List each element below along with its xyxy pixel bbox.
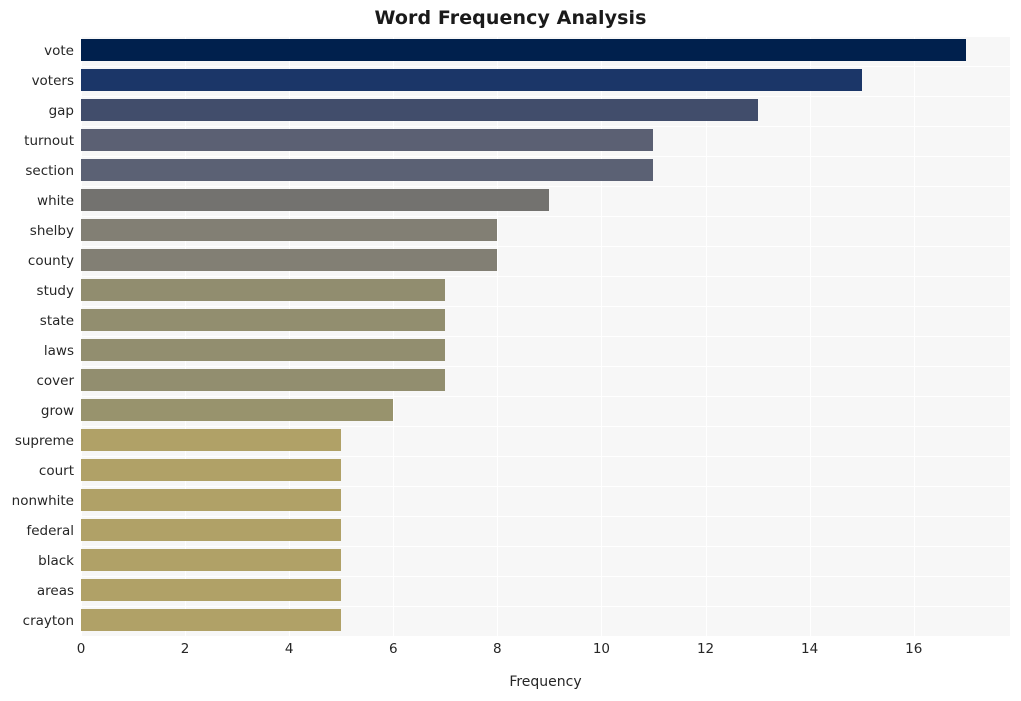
bar-row (81, 306, 1010, 335)
bar-row (81, 36, 1010, 65)
y-axis-tick-label: county (27, 253, 74, 269)
y-axis-tick-label: grow (40, 403, 74, 419)
y-axis-tick-label: supreme (14, 433, 74, 449)
bar-row (81, 96, 1010, 125)
bar-row (81, 336, 1010, 365)
y-axis-tick-label: federal (26, 523, 74, 539)
bar (81, 609, 342, 632)
x-axis-tick-label: 6 (388, 641, 398, 657)
y-axis-tick-label: crayton (22, 613, 74, 629)
x-axis-label: Frequency (509, 674, 582, 690)
bar (81, 489, 342, 512)
y-axis-tick-label: nonwhite (11, 493, 74, 509)
x-axis-tick-label: 10 (592, 641, 611, 657)
bar-row (81, 366, 1010, 395)
bar-row (81, 576, 1010, 605)
x-axis-tick-label: 12 (696, 641, 715, 657)
y-axis-tick-label: laws (43, 343, 74, 359)
bar-row (81, 126, 1010, 155)
bar (81, 159, 654, 182)
bar (81, 39, 966, 62)
y-axis-tick-label: areas (36, 583, 74, 599)
bar-row (81, 516, 1010, 545)
y-axis-tick-label: turnout (24, 133, 74, 149)
bar-row (81, 486, 1010, 515)
bar-row (81, 66, 1010, 95)
x-axis-tick-labels: 0 2 4 6 8 10 12 14 16 (77, 641, 1010, 661)
y-axis-tick-label: section (25, 163, 74, 179)
bar-row (81, 276, 1010, 305)
bar (81, 99, 758, 122)
y-axis-tick-labels: vote voters gap turnout section white shelby co… (0, 36, 74, 636)
bar (81, 579, 342, 602)
bar (81, 219, 498, 242)
y-axis-tick-label: gap (48, 103, 74, 119)
y-axis-tick-label: cover (36, 373, 74, 389)
y-axis-tick-label: vote (44, 43, 74, 59)
x-axis-tick-label: 4 (284, 641, 294, 657)
bar (81, 429, 342, 452)
y-axis-tick-label: state (39, 313, 74, 329)
bar (81, 309, 446, 332)
chart-figure: Word Frequency Analysis vote voters gap tur… (0, 0, 1021, 701)
bar (81, 129, 654, 152)
bar-row (81, 186, 1010, 215)
y-axis-tick-label: study (36, 283, 74, 299)
bar-row (81, 216, 1010, 245)
gridline-horizontal (81, 636, 1010, 637)
x-axis-tick-label: 14 (801, 641, 819, 657)
y-axis-tick-label: black (38, 553, 74, 569)
x-axis-tick-label: 16 (905, 641, 923, 657)
bar (81, 279, 446, 302)
bar-row (81, 156, 1010, 185)
bar-row (81, 456, 1010, 485)
y-axis-tick-label: shelby (29, 223, 74, 239)
x-axis-tick-label: 8 (493, 641, 502, 657)
bar (81, 69, 862, 92)
bar-row (81, 246, 1010, 275)
bar (81, 189, 550, 212)
bar-row (81, 426, 1010, 455)
x-axis-tick-label: 0 (76, 641, 86, 657)
bar (81, 369, 446, 392)
page-title: Word Frequency Analysis (374, 7, 647, 29)
bar (81, 399, 394, 422)
y-axis-tick-label: court (38, 463, 74, 479)
bar (81, 519, 342, 542)
bar (81, 339, 446, 362)
plot-area (81, 36, 1010, 637)
bar (81, 249, 498, 272)
x-axis-tick-label: 2 (180, 641, 190, 657)
bar (81, 459, 342, 482)
y-axis-tick-label: white (37, 193, 74, 209)
y-axis-tick-label: voters (31, 73, 74, 89)
bar-row (81, 546, 1010, 575)
bar-row (81, 606, 1010, 635)
bar (81, 549, 342, 572)
bar-row (81, 396, 1010, 425)
